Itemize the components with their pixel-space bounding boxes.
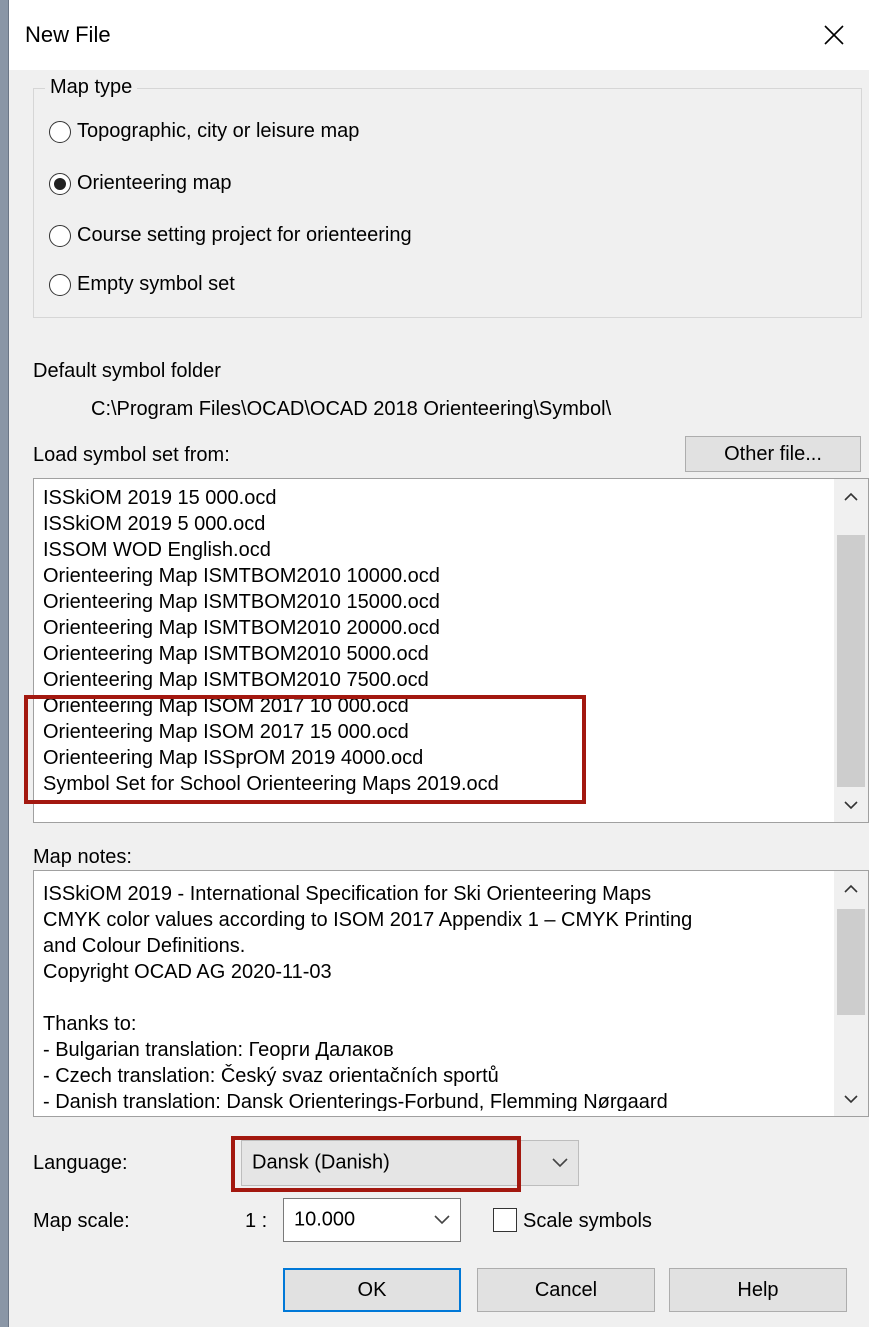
list-item[interactable]: ISSkiOM 2019 15 000.ocd xyxy=(43,485,499,511)
notes-line: Thanks to: xyxy=(43,1013,137,1035)
map-scale-prefix: 1 : xyxy=(245,1210,268,1232)
map-scale-value: 10.000 xyxy=(294,1208,356,1231)
map-type-legend: Map type xyxy=(45,76,138,99)
scale-symbols-checkbox[interactable] xyxy=(493,1208,517,1232)
notes-line: and Colour Definitions. xyxy=(43,935,246,957)
radio-button[interactable] xyxy=(49,224,71,247)
new-file-dialog: New File Map type Topographic, city or l… xyxy=(8,0,869,1327)
chevron-up-icon xyxy=(844,492,858,501)
close-button[interactable] xyxy=(799,0,869,70)
radio-orienteering-map[interactable]: Orienteering map xyxy=(49,172,232,195)
list-item[interactable]: Orienteering Map ISMTBOM2010 20000.ocd xyxy=(43,615,499,641)
radio-label: Topographic, city or leisure map xyxy=(77,120,360,142)
list-item[interactable]: Orienteering Map ISMTBOM2010 10000.ocd xyxy=(43,563,499,589)
scale-symbols-label: Scale symbols xyxy=(523,1210,652,1232)
help-button[interactable]: Help xyxy=(669,1268,847,1312)
close-icon xyxy=(824,25,844,45)
notes-line: - Bulgarian translation: Георги Далаков xyxy=(43,1039,394,1061)
radio-course-setting[interactable]: Course setting project for orienteering xyxy=(49,224,412,247)
map-notes-label: Map notes: xyxy=(33,846,132,868)
scrollbar-thumb[interactable] xyxy=(837,535,865,787)
radio-label: Orienteering map xyxy=(77,172,232,194)
chevron-down-icon xyxy=(430,1208,454,1232)
chevron-down-icon xyxy=(844,1094,858,1103)
list-item[interactable]: Orienteering Map ISMTBOM2010 5000.ocd xyxy=(43,641,499,667)
dialog-title: New File xyxy=(25,22,111,47)
chevron-down-icon xyxy=(844,800,858,809)
list-item[interactable]: Orienteering Map ISMTBOM2010 15000.ocd xyxy=(43,589,499,615)
map-scale-label: Map scale: xyxy=(33,1210,130,1232)
default-symbol-folder-label: Default symbol folder xyxy=(33,360,221,382)
scrollbar-thumb[interactable] xyxy=(837,909,865,1015)
notes-line: ISSkiOM 2019 - International Specificati… xyxy=(43,883,652,905)
scroll-down-button[interactable] xyxy=(834,1082,868,1116)
scroll-up-button[interactable] xyxy=(834,479,868,513)
notes-line: Copyright OCAD AG 2020-11-03 xyxy=(43,961,332,983)
chevron-up-icon xyxy=(844,884,858,893)
language-label: Language: xyxy=(33,1152,128,1174)
radio-button[interactable] xyxy=(49,120,71,143)
radio-label: Course setting project for orienteering xyxy=(77,224,412,246)
notes-line: - Danish translation: Dansk Orienterings… xyxy=(43,1091,668,1111)
highlight-box-language xyxy=(231,1136,521,1192)
notes-line: - Czech translation: Český svaz orientač… xyxy=(43,1065,499,1087)
highlight-box-symbol-sets xyxy=(24,695,586,804)
ok-button[interactable]: OK xyxy=(283,1268,461,1312)
radio-selected-dot xyxy=(54,177,66,190)
map-scale-select[interactable]: 10.000 xyxy=(283,1198,461,1242)
radio-button[interactable] xyxy=(49,273,71,296)
scroll-down-button[interactable] xyxy=(834,788,868,822)
notes-line xyxy=(43,985,823,1011)
map-notes-textarea[interactable]: ISSkiOM 2019 - International Specificati… xyxy=(33,870,869,1117)
symbol-folder-path: C:\Program Files\OCAD\OCAD 2018 Orientee… xyxy=(91,398,612,420)
notes-line: CMYK color values according to ISOM 2017… xyxy=(43,909,693,931)
radio-button[interactable] xyxy=(49,172,71,195)
notes-scrollbar[interactable] xyxy=(834,871,868,1116)
other-file-button[interactable]: Other file... xyxy=(685,436,861,472)
title-bar: New File xyxy=(9,0,869,70)
load-symbol-set-label: Load symbol set from: xyxy=(33,444,230,466)
symbol-list-scrollbar[interactable] xyxy=(834,479,868,822)
cancel-button[interactable]: Cancel xyxy=(477,1268,655,1312)
list-item[interactable]: ISSOM WOD English.ocd xyxy=(43,537,499,563)
radio-empty-symbol-set[interactable]: Empty symbol set xyxy=(49,273,235,296)
radio-label: Empty symbol set xyxy=(77,273,235,295)
radio-topographic[interactable]: Topographic, city or leisure map xyxy=(49,120,359,143)
scroll-up-button[interactable] xyxy=(834,871,868,905)
chevron-down-icon xyxy=(548,1151,572,1175)
list-item[interactable]: Orienteering Map ISMTBOM2010 7500.ocd xyxy=(43,667,499,693)
list-item[interactable]: ISSkiOM 2019 5 000.ocd xyxy=(43,511,499,537)
map-notes-content: ISSkiOM 2019 - International Specificati… xyxy=(43,881,823,1111)
